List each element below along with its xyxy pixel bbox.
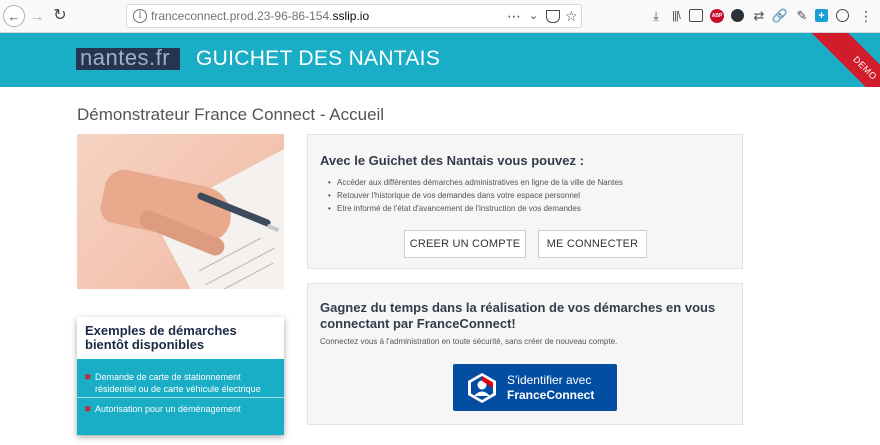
franceconnect-button-label: S'identifier avec — [507, 373, 592, 387]
franceconnect-logo-icon — [468, 373, 496, 403]
pen-icon[interactable]: ✎ — [794, 8, 810, 24]
darkreader-icon[interactable] — [731, 9, 744, 22]
sidebar-icon[interactable] — [689, 9, 703, 22]
list-item-label: Demande de carte de stationnement réside… — [95, 372, 261, 394]
back-button-icon[interactable]: ← — [3, 5, 25, 27]
site-header: nantes.fr GUICHET DES NANTAIS DEMO — [0, 33, 880, 87]
download-icon[interactable]: ⤓ — [648, 8, 664, 24]
guichet-panel: Avec le Guichet des Nantais vous pouvez … — [307, 134, 743, 269]
site-title[interactable]: GUICHET DES NANTAIS — [196, 46, 440, 72]
forward-button-icon[interactable]: → — [27, 6, 47, 26]
franceconnect-panel: Gagnez du temps dans la réalisation de v… — [307, 283, 743, 425]
examples-box: Exemples de démarches bientôt disponible… — [77, 317, 284, 435]
guichet-panel-title: Avec le Guichet des Nantais vous pouvez … — [320, 153, 584, 168]
info-icon[interactable]: i — [133, 9, 147, 23]
hero-image — [77, 134, 284, 289]
more-icon[interactable]: ⋯ — [507, 8, 522, 24]
browser-toolbar: ← → ↻ i franceconnect.prod.23-96-86-154.… — [0, 0, 880, 33]
divider — [77, 397, 284, 398]
site-logo[interactable]: nantes.fr — [80, 46, 170, 70]
login-button[interactable]: ME CONNECTER — [538, 230, 647, 258]
bullet-icon: ✱ — [84, 372, 92, 382]
url-host: sslip.io — [332, 9, 370, 23]
link-icon[interactable]: 🔗 — [772, 8, 788, 24]
adblock-icon[interactable]: ABP — [710, 9, 724, 23]
bullet-icon: ✱ — [84, 404, 92, 414]
list-item: Etre informé de l'état d'avancement de l… — [328, 202, 623, 215]
menu-icon[interactable]: ⋮ — [858, 8, 874, 24]
demo-ribbon: DEMO — [802, 33, 880, 87]
bookmark-star-icon[interactable]: ☆ — [565, 8, 578, 24]
addon-icon[interactable]: + — [815, 9, 828, 22]
chevron-down-icon[interactable]: ⌄ — [529, 8, 538, 24]
franceconnect-button-brand: FranceConnect — [507, 388, 595, 402]
franceconnect-panel-title: Gagnez du temps dans la réalisation de v… — [320, 300, 716, 331]
list-item[interactable]: ✱ Autorisation pour un déménagement — [77, 403, 284, 415]
list-item: Accéder aux différentes démarches admini… — [328, 176, 623, 189]
create-account-button[interactable]: CREER UN COMPTE — [404, 230, 526, 258]
franceconnect-button[interactable]: S'identifier avec FranceConnect — [453, 364, 617, 411]
list-item: Retouver l'historique de vos demandes da… — [328, 189, 623, 202]
pocket-icon[interactable] — [546, 10, 560, 23]
reload-button-icon[interactable]: ↻ — [50, 6, 70, 26]
list-item-label: Autorisation pour un déménagement — [95, 404, 241, 414]
library-icon[interactable]: |||\ — [668, 8, 684, 24]
sync-icon[interactable]: ⇄ — [751, 8, 767, 24]
account-icon[interactable] — [836, 9, 849, 22]
url-prefix: franceconnect.prod.23-96-86-154. — [151, 9, 333, 23]
examples-title: Exemples de démarches bientôt disponible… — [85, 323, 237, 352]
address-bar[interactable]: i franceconnect.prod.23-96-86-154.sslip.… — [126, 4, 582, 28]
guichet-features-list: Accéder aux différentes démarches admini… — [328, 176, 623, 215]
page-title: Démonstrateur France Connect - Accueil — [77, 105, 385, 124]
list-item[interactable]: ✱ Demande de carte de stationnement résid… — [77, 371, 284, 395]
franceconnect-panel-text: Connectez vous à l'administration en tou… — [320, 337, 618, 346]
url-text[interactable]: franceconnect.prod.23-96-86-154.sslip.io — [151, 9, 369, 23]
